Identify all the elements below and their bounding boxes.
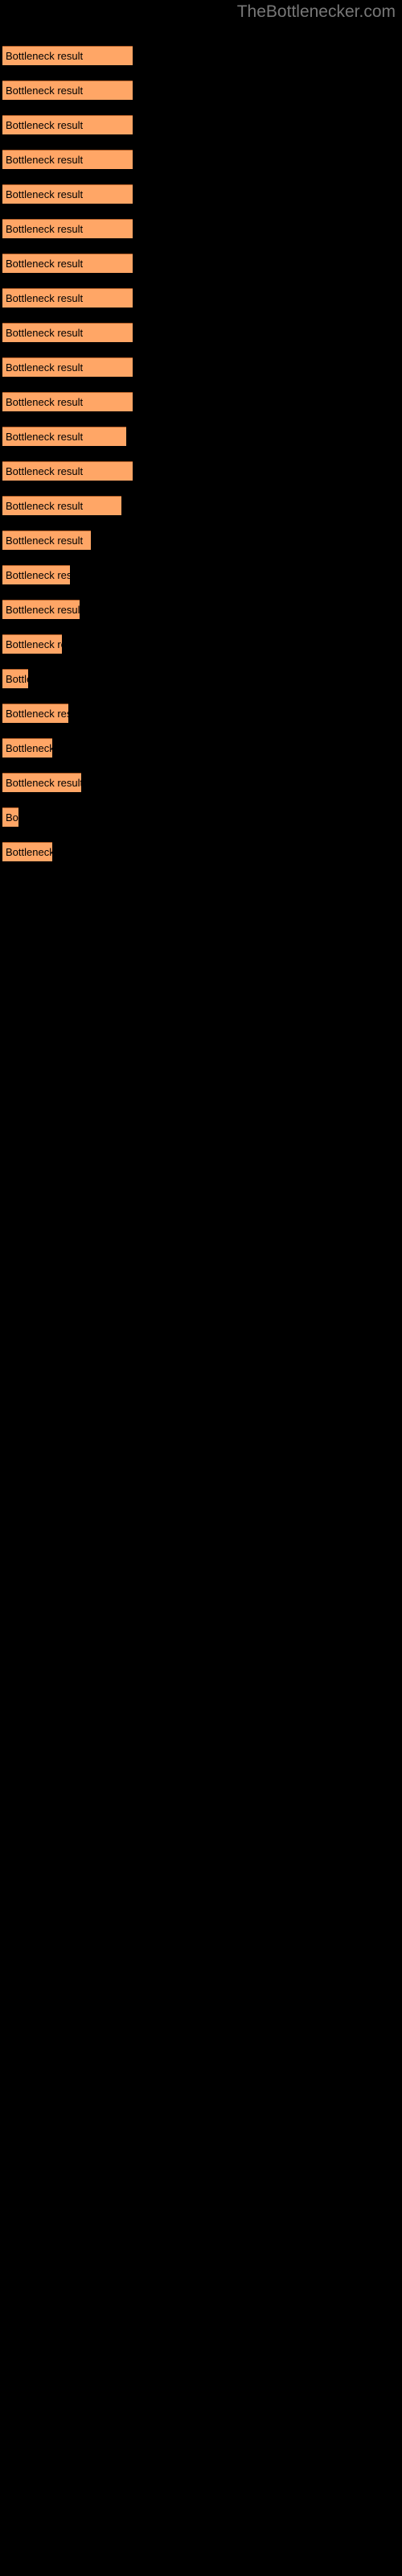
bar-label: Bottleneck result xyxy=(6,119,84,131)
bar: Bottleneck result xyxy=(2,461,133,481)
bar: Bottleneck result xyxy=(2,530,91,550)
bar: Bottleneck result xyxy=(2,807,18,827)
bar: Bottleneck result xyxy=(2,254,133,273)
bar: Bottleneck result xyxy=(2,357,133,377)
bar-label: Bottleneck result xyxy=(6,431,84,443)
bar: Bottleneck result xyxy=(2,738,52,758)
bar: Bottleneck result xyxy=(2,842,52,861)
bar-label: Bottleneck result xyxy=(6,742,52,754)
bar: Bottleneck result xyxy=(2,150,133,169)
bar: Bottleneck result xyxy=(2,427,126,446)
bar: Bottleneck result xyxy=(2,634,62,654)
bar: Bottleneck result xyxy=(2,392,133,411)
bar-label: Bottleneck result xyxy=(6,465,84,477)
bar-label: Bottleneck result xyxy=(6,327,84,339)
bar-label: Bottleneck result xyxy=(6,811,18,824)
bar-label: Bottleneck result xyxy=(6,846,52,858)
bar-label: Bottleneck result xyxy=(6,708,68,720)
bar-label: Bottleneck result xyxy=(6,500,84,512)
bar-label: Bottleneck result xyxy=(6,361,84,374)
bar: Bottleneck result xyxy=(2,80,133,100)
bar: Bottleneck result xyxy=(2,219,133,238)
bar-label: Bottleneck result xyxy=(6,535,84,547)
bar: Bottleneck result xyxy=(2,565,70,584)
bar-label: Bottleneck result xyxy=(6,223,84,235)
bar: Bottleneck result xyxy=(2,496,121,515)
bar-label: Bottleneck result xyxy=(6,85,84,97)
bar-label: Bottleneck result xyxy=(6,638,62,650)
bar-label: Bottleneck result xyxy=(6,569,70,581)
bar: Bottleneck result xyxy=(2,773,81,792)
bar-label: Bottleneck result xyxy=(6,396,84,408)
bar: Bottleneck result xyxy=(2,323,133,342)
bar-label: Bottleneck result xyxy=(6,777,81,789)
bar: Bottleneck result xyxy=(2,288,133,308)
bar-label: Bottleneck result xyxy=(6,188,84,200)
bar-label: Bottleneck result xyxy=(6,292,84,304)
bar-label: Bottleneck result xyxy=(6,673,28,685)
bar: Bottleneck result xyxy=(2,115,133,134)
bar: Bottleneck result xyxy=(2,184,133,204)
bar-label: Bottleneck result xyxy=(6,50,84,62)
bar-label: Bottleneck result xyxy=(6,154,84,166)
bar: Bottleneck result xyxy=(2,704,68,723)
bottleneck-bar-chart: Bottleneck result Bottleneck result Bottle… xyxy=(0,0,402,2576)
bar: Bottleneck result xyxy=(2,600,80,619)
bar-label: Bottleneck result xyxy=(6,604,80,616)
bar: Bottleneck result xyxy=(2,669,28,688)
bar: Bottleneck result xyxy=(2,46,133,65)
bar-label: Bottleneck result xyxy=(6,258,84,270)
